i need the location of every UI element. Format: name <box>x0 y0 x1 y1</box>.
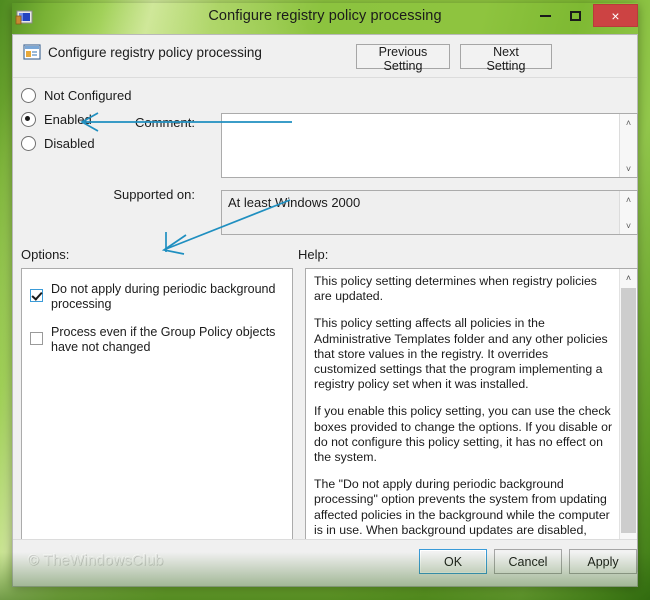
supported-on-field: At least Windows 2000 ˄ ˅ <box>221 190 638 235</box>
radio-label-disabled: Disabled <box>44 135 95 151</box>
watermark: © TheWindowsClub <box>28 552 164 569</box>
ok-button[interactable]: OK <box>419 549 487 574</box>
apply-button[interactable]: Apply <box>569 549 637 574</box>
chevron-down-icon[interactable]: ˅ <box>620 217 637 234</box>
option-process-even-if-unchanged[interactable]: Process even if the Group Policy objects… <box>30 325 282 355</box>
checkbox-icon-unchecked[interactable] <box>30 332 43 345</box>
radio-label-not-configured: Not Configured <box>44 87 132 103</box>
radio-icon-not-configured <box>21 87 36 103</box>
help-paragraph: This policy setting determines when regi… <box>314 274 597 304</box>
chevron-up-icon[interactable]: ˄ <box>620 114 637 131</box>
chevron-up-icon[interactable]: ˄ <box>620 191 637 208</box>
help-label: Help: <box>298 247 329 262</box>
comment-scrollbar[interactable]: ˄ ˅ <box>619 114 637 177</box>
page-title: Configure registry policy processing <box>48 45 262 60</box>
configure-registry-policy-processing-dialog: Configure registry policy processing × C… <box>12 3 638 587</box>
radio-not-configured[interactable]: Not Configured <box>21 83 151 107</box>
help-text: This policy setting determines when regi… <box>314 274 613 571</box>
options-pane: Do not apply during periodic background … <box>21 268 293 572</box>
previous-setting-button[interactable]: Previous Setting <box>356 44 450 73</box>
options-label: Options: <box>21 247 70 262</box>
radio-icon-enabled <box>21 111 36 127</box>
desktop-background: Configure registry policy processing × C… <box>0 0 650 600</box>
help-paragraph: If you enable this policy setting, you c… <box>314 404 613 465</box>
maximize-button[interactable] <box>560 5 590 27</box>
title-bar: Configure registry policy processing × <box>12 3 638 34</box>
option-label-do-not-apply-background: Do not apply during periodic background … <box>51 282 276 311</box>
supported-on-scrollbar[interactable]: ˄ ˅ <box>619 191 637 234</box>
next-setting-button[interactable]: Next Setting <box>460 44 552 73</box>
checkbox-icon-checked[interactable] <box>30 289 43 302</box>
radio-label-enabled: Enabled <box>44 111 92 127</box>
scrollbar-thumb[interactable] <box>621 288 636 533</box>
option-do-not-apply-background[interactable]: Do not apply during periodic background … <box>30 282 282 312</box>
chevron-down-icon[interactable]: ˅ <box>620 160 637 177</box>
help-paragraph: This policy setting affects all policies… <box>314 316 608 392</box>
policy-setting-icon <box>23 43 41 61</box>
cancel-button[interactable]: Cancel <box>494 549 562 574</box>
dialog-header: Configure registry policy processing Pre… <box>13 35 637 78</box>
minimize-button[interactable] <box>530 5 560 27</box>
maximize-icon <box>569 11 581 21</box>
dialog-client-area: Configure registry policy processing Pre… <box>12 34 638 587</box>
close-button[interactable]: × <box>593 4 638 27</box>
supported-on-value: At least Windows 2000 <box>228 195 361 210</box>
option-label-process-even-if-unchanged: Process even if the Group Policy objects… <box>51 325 276 354</box>
help-scrollbar[interactable]: ˄ ˅ <box>619 269 637 571</box>
comment-input[interactable]: ˄ ˅ <box>221 113 638 178</box>
radio-disabled[interactable]: Disabled <box>21 131 151 155</box>
comment-label: Comment: <box>135 115 195 130</box>
radio-icon-disabled <box>21 135 36 151</box>
chevron-up-icon[interactable]: ˄ <box>620 269 637 286</box>
help-pane: This policy setting determines when regi… <box>305 268 638 572</box>
dialog-footer: © TheWindowsClub OK Cancel Apply <box>13 539 637 586</box>
supported-on-label: Supported on: <box>113 187 195 202</box>
close-icon: × <box>611 7 620 24</box>
minimize-icon <box>539 15 551 17</box>
